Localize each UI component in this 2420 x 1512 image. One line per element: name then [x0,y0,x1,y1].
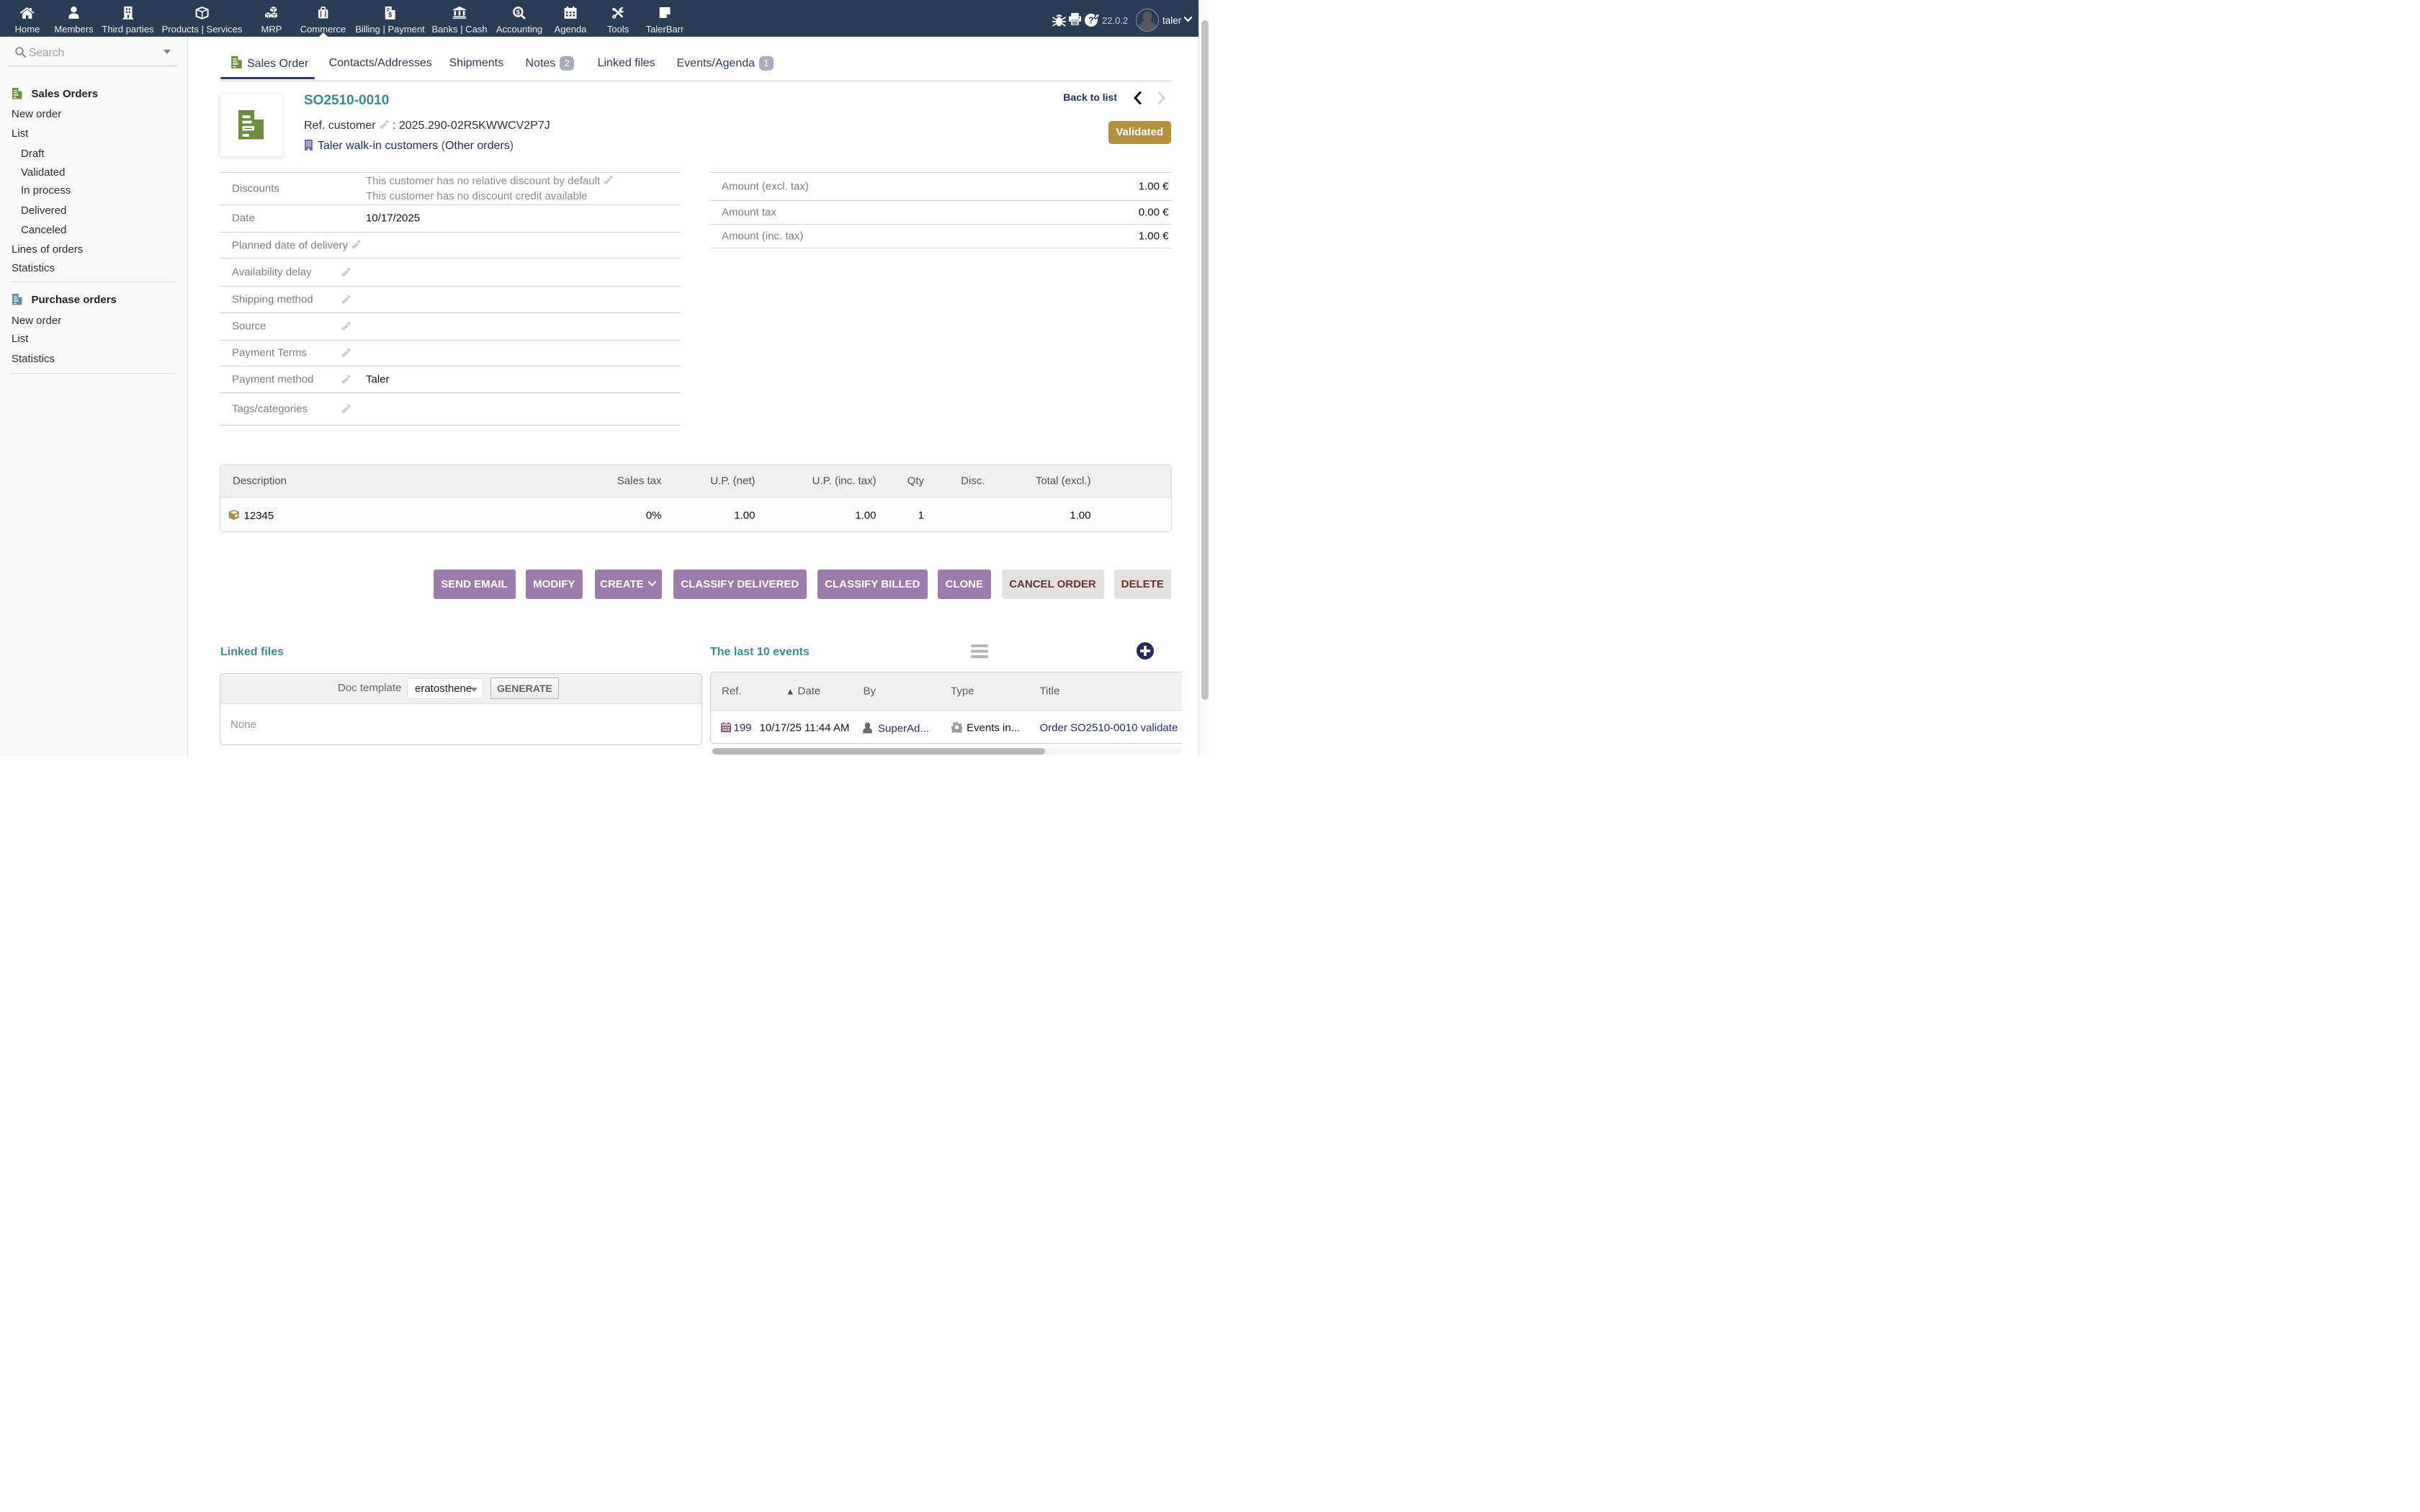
svg-text:$: $ [516,9,521,17]
svg-text:$: $ [388,11,393,19]
svg-text:?: ? [1088,15,1094,26]
